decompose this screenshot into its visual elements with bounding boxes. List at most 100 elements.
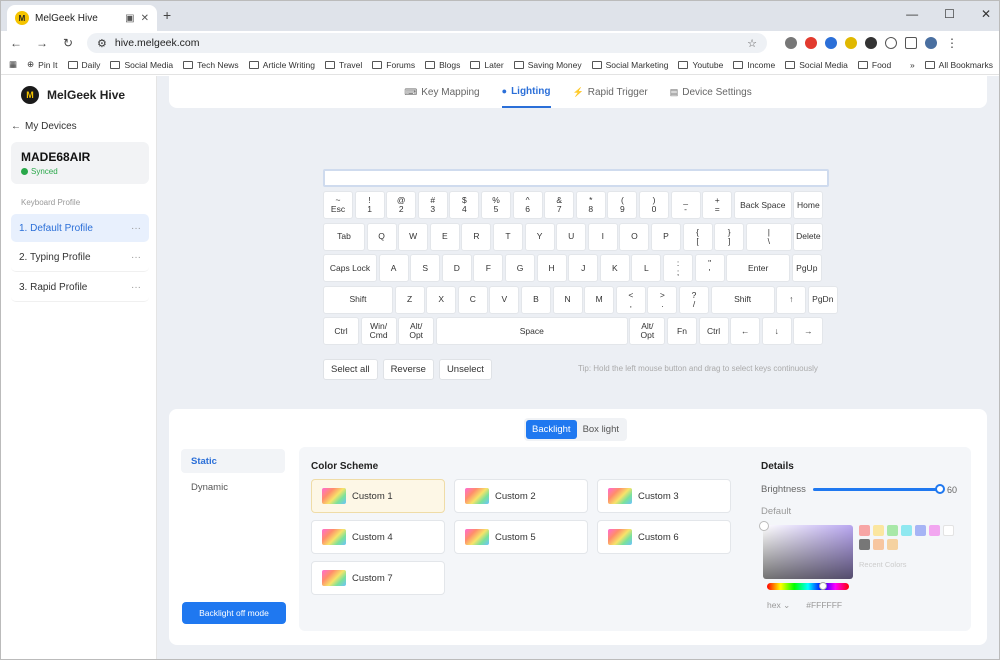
brightness-slider-handle[interactable] — [935, 484, 945, 494]
profile-item-typing[interactable]: 2. Typing Profile ··· — [11, 244, 149, 272]
tab-search-icon[interactable]: ▣ — [125, 13, 134, 24]
bookmark-article-writing[interactable]: Article Writing — [248, 60, 315, 70]
key[interactable]: <, — [615, 285, 646, 314]
forward-arrow-icon[interactable]: → — [35, 36, 49, 50]
back-arrow-icon[interactable]: ← — [9, 36, 23, 50]
key[interactable]: C — [457, 285, 488, 314]
key[interactable]: Space — [435, 317, 628, 345]
key[interactable]: H — [536, 254, 567, 282]
preset-color-chip[interactable] — [887, 525, 898, 536]
reverse-button[interactable]: Reverse — [382, 359, 434, 380]
mode-dynamic[interactable]: Dynamic — [181, 475, 285, 499]
browser-tab[interactable]: M MelGeek Hive ▣ ✕ — [7, 5, 157, 31]
key[interactable]: Alt/Opt — [398, 317, 435, 345]
bookmark-later[interactable]: Later — [470, 60, 504, 70]
key[interactable]: Q — [366, 222, 397, 251]
segment-box-light[interactable]: Box light — [577, 420, 625, 439]
preset-color-chip[interactable] — [859, 525, 870, 536]
key[interactable]: M — [584, 285, 615, 314]
key[interactable]: ^ 6 — [512, 191, 543, 219]
key[interactable]: ! 1 — [354, 191, 385, 219]
bookmark-star-icon[interactable]: ☆ — [747, 37, 757, 50]
preset-color-chip[interactable] — [943, 525, 954, 536]
bookmark-income[interactable]: Income — [733, 60, 775, 70]
key[interactable]: Ctrl — [323, 317, 359, 345]
key[interactable]: Enter — [726, 254, 791, 282]
key[interactable]: {[ — [682, 222, 713, 251]
reload-icon[interactable]: ↻ — [61, 36, 75, 50]
key[interactable]: @2 — [386, 191, 417, 219]
reading-list-icon[interactable] — [905, 37, 917, 49]
key[interactable]: E — [429, 222, 460, 251]
key[interactable]: V — [489, 285, 520, 314]
scheme-custom-6[interactable]: Custom 6 — [597, 520, 731, 554]
device-card[interactable]: MADE68AIR Synced — [11, 142, 149, 184]
bookmark-tech-news[interactable]: Tech News — [183, 60, 239, 70]
key[interactable]: Shift — [323, 285, 393, 314]
key[interactable]: G — [505, 254, 535, 282]
key[interactable]: P — [651, 222, 681, 251]
camera-extension-icon[interactable] — [785, 37, 797, 49]
bookmark-social-media-2[interactable]: Social Media — [785, 60, 848, 70]
key[interactable]: B — [521, 285, 551, 314]
key[interactable]: ~ Esc — [323, 191, 353, 219]
minimize-icon[interactable]: — — [906, 7, 918, 21]
key[interactable]: → — [793, 317, 824, 345]
red-extension-icon[interactable] — [805, 37, 817, 49]
bookmark-daily[interactable]: Daily — [67, 60, 100, 70]
apps-grid-icon[interactable]: ▦ — [9, 59, 17, 70]
key[interactable]: W — [398, 222, 429, 251]
key[interactable]: Home — [793, 191, 824, 219]
site-info-icon[interactable]: ⚙ — [97, 37, 107, 50]
back-to-devices-link[interactable]: ← My Devices — [11, 121, 77, 132]
bookmark-food[interactable]: Food — [857, 60, 891, 70]
key[interactable]: U — [556, 222, 587, 251]
key[interactable]: R — [461, 222, 492, 251]
key[interactable]: _ - — [670, 191, 701, 219]
bookmark-travel[interactable]: Travel — [324, 60, 362, 70]
more-bookmarks-button[interactable]: » — [910, 60, 915, 70]
key[interactable]: Delete — [793, 222, 824, 251]
close-window-icon[interactable]: ✕ — [981, 7, 991, 21]
key[interactable]: >. — [647, 285, 678, 314]
key[interactable]: T — [493, 222, 523, 251]
profile-avatar-icon[interactable] — [925, 37, 937, 49]
bookmark-blogs[interactable]: Blogs — [425, 60, 460, 70]
scheme-custom-1[interactable]: Custom 1 — [311, 479, 445, 513]
brightness-slider-track[interactable] — [813, 488, 939, 491]
key[interactable]: Alt/Opt — [629, 317, 666, 345]
segment-backlight[interactable]: Backlight — [526, 420, 577, 439]
key[interactable]: I — [587, 222, 618, 251]
profile-item-default[interactable]: 1. Default Profile ··· — [11, 214, 149, 242]
preset-color-chip[interactable] — [887, 539, 898, 550]
key[interactable]: Y — [524, 222, 555, 251]
key[interactable]: F — [473, 254, 504, 282]
all-bookmarks-button[interactable]: All Bookmarks — [924, 60, 993, 70]
scheme-custom-3[interactable]: Custom 3 — [597, 479, 731, 513]
key[interactable]: $4 — [449, 191, 480, 219]
key[interactable]: A — [378, 254, 409, 282]
tab-key-mapping[interactable]: ⌨ Key Mapping — [404, 76, 479, 108]
key[interactable]: D — [441, 254, 472, 282]
more-options-icon[interactable]: ··· — [131, 252, 141, 263]
key[interactable]: K — [599, 254, 630, 282]
preset-color-chip[interactable] — [901, 525, 912, 536]
preset-color-chip[interactable] — [859, 539, 870, 550]
maximize-icon[interactable]: ☐ — [944, 7, 955, 21]
keyboard-light-bar[interactable] — [323, 169, 829, 187]
key[interactable]: L — [631, 254, 662, 282]
hex-format-select[interactable]: hex ⌄ — [767, 600, 790, 611]
key[interactable]: S — [410, 254, 441, 282]
scheme-custom-4[interactable]: Custom 4 — [311, 520, 445, 554]
bookmark-saving-money[interactable]: Saving Money — [513, 60, 582, 70]
bookmark-social-media[interactable]: Social Media — [110, 60, 173, 70]
dark-extension-icon[interactable] — [865, 37, 877, 49]
scheme-custom-2[interactable]: Custom 2 — [454, 479, 588, 513]
select-all-button[interactable]: Select all — [323, 359, 378, 380]
preset-color-chip[interactable] — [873, 539, 884, 550]
key[interactable]: Win/Cmd — [360, 317, 397, 345]
key[interactable]: J — [568, 254, 599, 282]
bookmark-youtube[interactable]: Youtube — [678, 60, 723, 70]
key[interactable]: Shift — [710, 285, 775, 314]
address-bar[interactable]: ⚙ hive.melgeek.com ☆ — [87, 33, 767, 53]
